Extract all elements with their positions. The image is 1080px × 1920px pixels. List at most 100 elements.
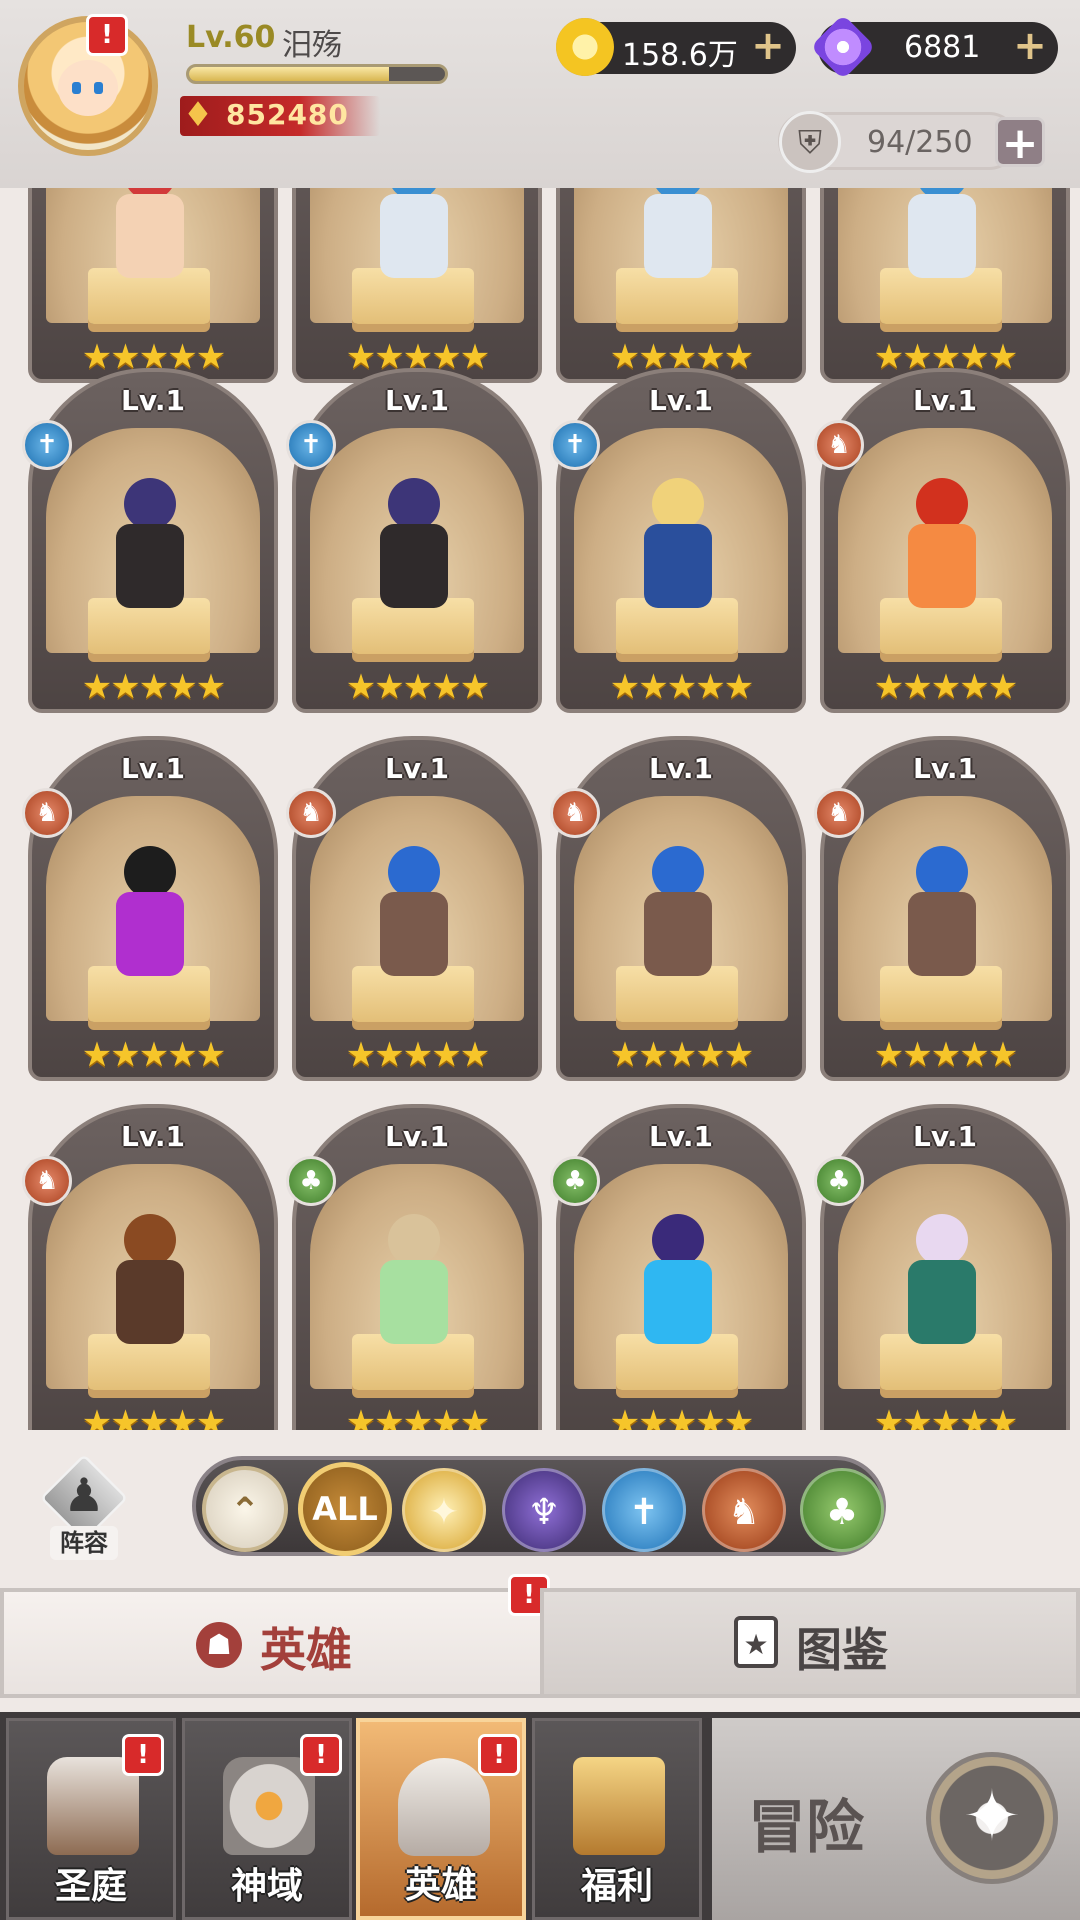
player-name: 汨殇 bbox=[282, 28, 342, 63]
hero-grid[interactable]: ★★★★★ ★★★★★ ★★★★★ ★★★★★ Lv.1 ★★★★★ ✝ Lv.1 ★★★★★ ✝… bbox=[0, 188, 1080, 1430]
compass-icon: ✦ bbox=[926, 1752, 1058, 1884]
hero-sprite bbox=[98, 1214, 202, 1354]
hero-level: Lv.1 bbox=[121, 752, 185, 785]
hero-card[interactable]: Lv.1 ★★★★★ ♞ bbox=[22, 1104, 278, 1430]
hero-level: Lv.1 bbox=[649, 1120, 713, 1153]
hero-card[interactable]: ★★★★★ bbox=[820, 188, 1070, 383]
hero-level: Lv.1 bbox=[913, 752, 977, 785]
hero-sprite-body bbox=[908, 524, 976, 608]
adventure-button[interactable]: 冒险 ✦ bbox=[712, 1718, 1080, 1920]
hero-stars: ★★★★★ bbox=[609, 1035, 754, 1075]
nav-label-benefits: 福利 bbox=[580, 1866, 653, 1907]
nav-item-benefits[interactable]: 福利 bbox=[532, 1718, 702, 1920]
hero-level: Lv.1 bbox=[385, 752, 449, 785]
hero-card[interactable]: ★★★★★ bbox=[28, 188, 278, 383]
hero-sprite bbox=[626, 188, 730, 288]
beast-faction-icon: ♞ bbox=[814, 788, 864, 838]
lineup-button[interactable]: ♟ 阵容 bbox=[36, 1450, 132, 1562]
hero-card[interactable]: Lv.1 ★★★★★ ✝ bbox=[22, 368, 278, 713]
exp-bar bbox=[186, 64, 448, 84]
hero-card[interactable]: ★★★★★ bbox=[556, 188, 806, 383]
nature-faction-icon: ♣ bbox=[286, 1156, 336, 1206]
hero-card[interactable]: ★★★★★ bbox=[292, 188, 542, 383]
hero-stars: ★★★★★ bbox=[609, 667, 754, 707]
hero-card[interactable]: Lv.1 ★★★★★ ♞ bbox=[286, 736, 542, 1081]
gem-currency: 6881 + bbox=[810, 14, 1058, 80]
hero-card[interactable]: Lv.1 ★★★★★ ♞ bbox=[814, 368, 1070, 713]
filter-all-button[interactable]: ALL bbox=[298, 1462, 392, 1556]
hero-sprite-body bbox=[908, 194, 976, 278]
hero-stars: ★★★★★ bbox=[345, 1403, 490, 1430]
tab-codex[interactable]: ★ 图鉴 bbox=[540, 1588, 1080, 1698]
hero-level: Lv.1 bbox=[121, 384, 185, 417]
hero-level: Lv.1 bbox=[121, 1120, 185, 1153]
hero-sprite-body bbox=[380, 892, 448, 976]
nav-label-divine-realm: 神域 bbox=[230, 1866, 303, 1907]
top-status-bar: ! Lv.60 汨殇 ♦ 852480 158.6万 + 6881 + ⛨ 94… bbox=[0, 0, 1080, 188]
hero-sprite-body bbox=[380, 194, 448, 278]
tab-heroes[interactable]: ☗ 英雄 bbox=[0, 1588, 540, 1698]
hero-stars: ★★★★★ bbox=[609, 1403, 754, 1430]
order-faction-icon: ✝ bbox=[550, 420, 600, 470]
player-level: Lv.60 bbox=[186, 20, 276, 55]
gold-value: 158.6万 bbox=[622, 38, 738, 73]
hero-level: Lv.1 bbox=[913, 384, 977, 417]
nature-faction-icon[interactable]: ♣ bbox=[800, 1468, 884, 1552]
gold-currency: 158.6万 + bbox=[556, 18, 796, 76]
hero-level: Lv.1 bbox=[913, 1120, 977, 1153]
adventure-label: 冒险 bbox=[748, 1793, 865, 1861]
hero-sprite-body bbox=[644, 892, 712, 976]
hero-card[interactable]: Lv.1 ★★★★★ ♣ bbox=[814, 1104, 1070, 1430]
hero-card[interactable]: Lv.1 ★★★★★ ♞ bbox=[814, 736, 1070, 1081]
codex-book-icon: ★ bbox=[734, 1616, 778, 1668]
hero-level: Lv.1 bbox=[649, 384, 713, 417]
hero-sprite-head bbox=[652, 478, 704, 530]
gem-value: 6881 bbox=[904, 30, 981, 65]
lineup-label: 阵容 bbox=[50, 1526, 118, 1560]
nav-divine-realm-alert-badge: ! bbox=[300, 1734, 342, 1776]
hero-card[interactable]: Lv.1 ★★★★★ ♞ bbox=[550, 736, 806, 1081]
hero-card[interactable]: Lv.1 ★★★★★ ✝ bbox=[286, 368, 542, 713]
hero-sprite-head bbox=[124, 1214, 176, 1266]
hero-sprite-head bbox=[916, 1214, 968, 1266]
order-faction-icon: ✝ bbox=[286, 420, 336, 470]
hero-card[interactable]: Lv.1 ★★★★★ ✝ bbox=[550, 368, 806, 713]
expand-capacity-button[interactable]: + bbox=[995, 117, 1045, 168]
hero-helmet-icon: ☗ bbox=[196, 1622, 242, 1668]
exp-bar-fill bbox=[189, 67, 389, 81]
hero-card[interactable]: Lv.1 ★★★★★ ♞ bbox=[22, 736, 278, 1081]
hero-sprite bbox=[362, 478, 466, 618]
hero-level: Lv.1 bbox=[385, 1120, 449, 1153]
hero-sprite bbox=[890, 478, 994, 618]
hero-stars: ★★★★★ bbox=[345, 1035, 490, 1075]
hero-stars: ★★★★★ bbox=[873, 1035, 1018, 1075]
hero-stars: ★★★★★ bbox=[81, 1035, 226, 1075]
order-faction-icon[interactable]: ✝ bbox=[602, 1468, 686, 1552]
dark-faction-icon[interactable]: ♆ bbox=[502, 1468, 586, 1552]
add-gem-button[interactable]: + bbox=[1010, 26, 1050, 66]
beast-faction-icon: ♞ bbox=[814, 420, 864, 470]
hero-stars: ★★★★★ bbox=[873, 667, 1018, 707]
hero-sprite-body bbox=[116, 1260, 184, 1344]
beast-faction-icon: ♞ bbox=[286, 788, 336, 838]
hero-sprite-head bbox=[916, 478, 968, 530]
hero-sprite bbox=[98, 478, 202, 618]
hero-sprite bbox=[890, 188, 994, 288]
hero-card[interactable]: Lv.1 ★★★★★ ♣ bbox=[286, 1104, 542, 1430]
hero-stars: ★★★★★ bbox=[81, 1403, 226, 1430]
nav-heroes-alert-badge: ! bbox=[478, 1734, 520, 1776]
tab-codex-label: 图鉴 bbox=[796, 1623, 888, 1677]
add-gold-button[interactable]: + bbox=[748, 26, 788, 66]
hero-sprite bbox=[626, 846, 730, 986]
avatar-eye-right bbox=[94, 82, 103, 94]
beast-faction-icon[interactable]: ♞ bbox=[702, 1468, 786, 1552]
light-faction-icon[interactable]: ✦ bbox=[402, 1468, 486, 1552]
avatar-eye-left bbox=[72, 82, 81, 94]
sort-up-icon[interactable]: ⌃ bbox=[202, 1466, 288, 1552]
hero-sprite-head bbox=[388, 1214, 440, 1266]
gold-coin-icon bbox=[556, 18, 614, 76]
hero-card[interactable]: Lv.1 ★★★★★ ♣ bbox=[550, 1104, 806, 1430]
hero-sprite-head bbox=[124, 846, 176, 898]
hero-sprite-body bbox=[644, 194, 712, 278]
hero-sprite-head bbox=[388, 846, 440, 898]
